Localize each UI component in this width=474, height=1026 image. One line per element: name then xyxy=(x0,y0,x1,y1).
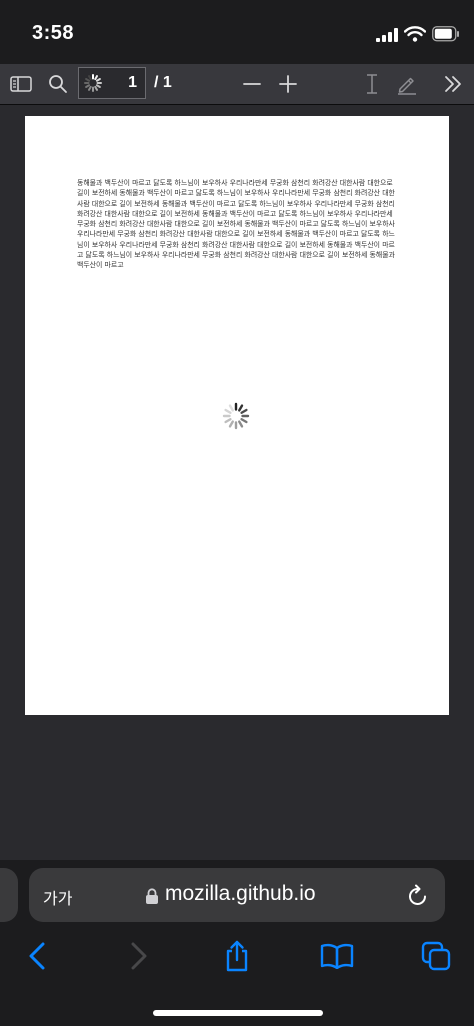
draw-tool-button[interactable] xyxy=(394,70,420,98)
pdf-toolbar: 1 / 1 xyxy=(0,64,474,105)
previous-tab-preview[interactable] xyxy=(0,868,18,922)
minus-icon xyxy=(243,83,261,85)
sidebar-icon xyxy=(10,76,32,92)
reader-options-button[interactable]: 가가 xyxy=(43,885,72,909)
reload-icon[interactable] xyxy=(407,883,429,907)
wifi-icon xyxy=(404,26,426,42)
pencil-icon xyxy=(398,77,416,95)
back-button[interactable] xyxy=(22,938,52,974)
plus-icon xyxy=(279,75,297,93)
status-time: 3:58 xyxy=(32,22,75,44)
pdf-page-text: 동해물과 백두산이 마르고 닳도록 하느님이 보우하사 우리나라만세 무궁화 삼… xyxy=(77,179,395,270)
double-chevron-right-icon xyxy=(445,76,461,92)
search-icon xyxy=(49,75,67,93)
loading-spinner-icon xyxy=(84,74,102,92)
forward-button[interactable] xyxy=(124,938,154,974)
bookmarks-button[interactable] xyxy=(318,938,356,974)
text-cursor-icon xyxy=(367,74,377,94)
page-number-input[interactable]: 1 xyxy=(78,67,146,99)
book-icon xyxy=(320,943,354,969)
share-icon xyxy=(226,940,248,972)
cellular-signal-icon xyxy=(376,28,398,42)
zoom-in-button[interactable] xyxy=(276,70,300,98)
pdf-page: 동해물과 백두산이 마르고 닳도록 하느님이 보우하사 우리나라만세 무궁화 삼… xyxy=(25,116,449,715)
pdf-viewer-container[interactable]: 동해물과 백두산이 마르고 닳도록 하느님이 보우하사 우리나라만세 무궁화 삼… xyxy=(0,105,474,860)
page-number-value: 1 xyxy=(128,74,137,91)
share-button[interactable] xyxy=(220,938,254,974)
status-bar: 3:58 xyxy=(0,0,474,64)
chevron-left-icon xyxy=(29,942,45,970)
page-count: / 1 xyxy=(154,74,172,91)
find-button[interactable] xyxy=(46,70,70,98)
address-bar[interactable]: 가가 mozilla.github.io xyxy=(29,868,445,922)
tabs-button[interactable] xyxy=(418,938,454,974)
page-loading-spinner-icon xyxy=(222,402,250,430)
tabs-icon xyxy=(421,941,451,971)
home-indicator[interactable] xyxy=(153,1010,323,1016)
text-tool-button[interactable] xyxy=(360,70,384,98)
battery-icon xyxy=(432,26,459,42)
chevron-right-icon xyxy=(131,942,147,970)
url-domain: mozilla.github.io xyxy=(165,882,316,905)
more-tools-button[interactable] xyxy=(440,70,466,98)
sidebar-toggle-button[interactable] xyxy=(8,70,34,98)
lock-icon xyxy=(146,888,158,904)
zoom-out-button[interactable] xyxy=(240,70,264,98)
browser-bottom-bar: 가가 mozilla.github.io xyxy=(0,860,474,1026)
